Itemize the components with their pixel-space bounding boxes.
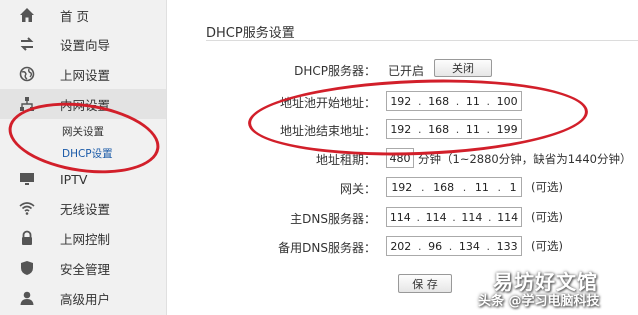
sidebar-item-label: IPTV [60,171,88,187]
optional-note: (可选) [531,210,563,224]
home-icon [18,6,36,24]
ip-dot: . [486,239,491,253]
ip-dot: . [416,210,420,224]
optional-note: (可选) [531,180,563,194]
user-icon [18,289,36,307]
lock-icon [18,229,36,247]
ip-dot: . [417,239,422,253]
ip-octet: 192 [391,180,413,194]
ip-octet: 114 [461,210,483,224]
sidebar-item-internet[interactable]: 上网设置 [0,59,166,89]
annotation-ellipse-ip-pool [246,74,590,161]
dhcp-toggle-button[interactable]: 关闭 [434,59,492,77]
monitor-icon [18,170,36,188]
ip-octet: 96 [428,239,443,253]
sidebar-item-label: 高级用户 [60,291,111,307]
setup-wizard-icon [18,35,36,53]
ip-dot: . [452,210,456,224]
ip-octet: 202 [390,239,412,253]
divider [206,40,638,41]
optional-note: (可选) [531,239,563,253]
sidebar-item-label: 无线设置 [60,201,111,217]
save-button[interactable]: 保 存 [398,274,452,293]
sidebar-item-label: 首 页 [60,8,89,24]
sidebar-item-wireless[interactable]: 无线设置 [0,193,166,223]
sidebar-item-label: 上网设置 [60,67,111,83]
secondary-dns-label: 备用DNS服务器： [278,241,376,255]
lease-hint: 分钟（1~2880分钟，缺省为1440分钟） [418,152,632,166]
shield-icon [18,259,36,277]
ip-octet: 114 [497,210,519,224]
gateway-ip-field[interactable]: 192. 168. 11. 1 [386,177,522,197]
dhcp-server-status: 已开启 [388,64,425,78]
sidebar-item-home[interactable]: 首 页 [0,0,166,30]
ip-octet: 133 [496,239,518,253]
sidebar-item-setup-wizard[interactable]: 设置向导 [0,29,166,59]
sidebar-item-security[interactable]: 安全管理 [0,253,166,283]
ip-octet: 114 [425,210,447,224]
sidebar-item-label: 安全管理 [60,261,111,277]
ip-dot: . [448,239,453,253]
ip-octet: 168 [433,180,455,194]
sidebar-item-label: 上网控制 [60,231,111,247]
gateway-label: 网关： [339,182,376,196]
ip-dot: . [462,180,467,194]
sidebar-item-advanced-user[interactable]: 高级用户 [0,283,166,313]
sidebar-item-label: 设置向导 [60,37,111,53]
ip-octet: 134 [458,239,480,253]
ip-dot: . [497,180,502,194]
globe-icon [18,65,36,83]
primary-dns-label: 主DNS服务器： [290,212,376,226]
ip-octet: 11 [474,180,489,194]
wifi-icon [18,199,36,217]
secondary-dns-ip-field[interactable]: 202. 96. 134. 133 [386,236,522,256]
panel-title: DHCP服务设置 [206,26,295,41]
watermark-author: 头条 @学习电脑科技 [478,294,600,309]
ip-octet: 1 [509,180,517,194]
ip-dot: . [420,180,425,194]
ip-octet: 114 [389,210,411,224]
ip-dot: . [488,210,492,224]
sidebar-item-access-control[interactable]: 上网控制 [0,223,166,253]
dhcp-server-label: DHCP服务器： [294,64,376,78]
primary-dns-ip-field[interactable]: 114. 114. 114. 114 [386,207,522,227]
